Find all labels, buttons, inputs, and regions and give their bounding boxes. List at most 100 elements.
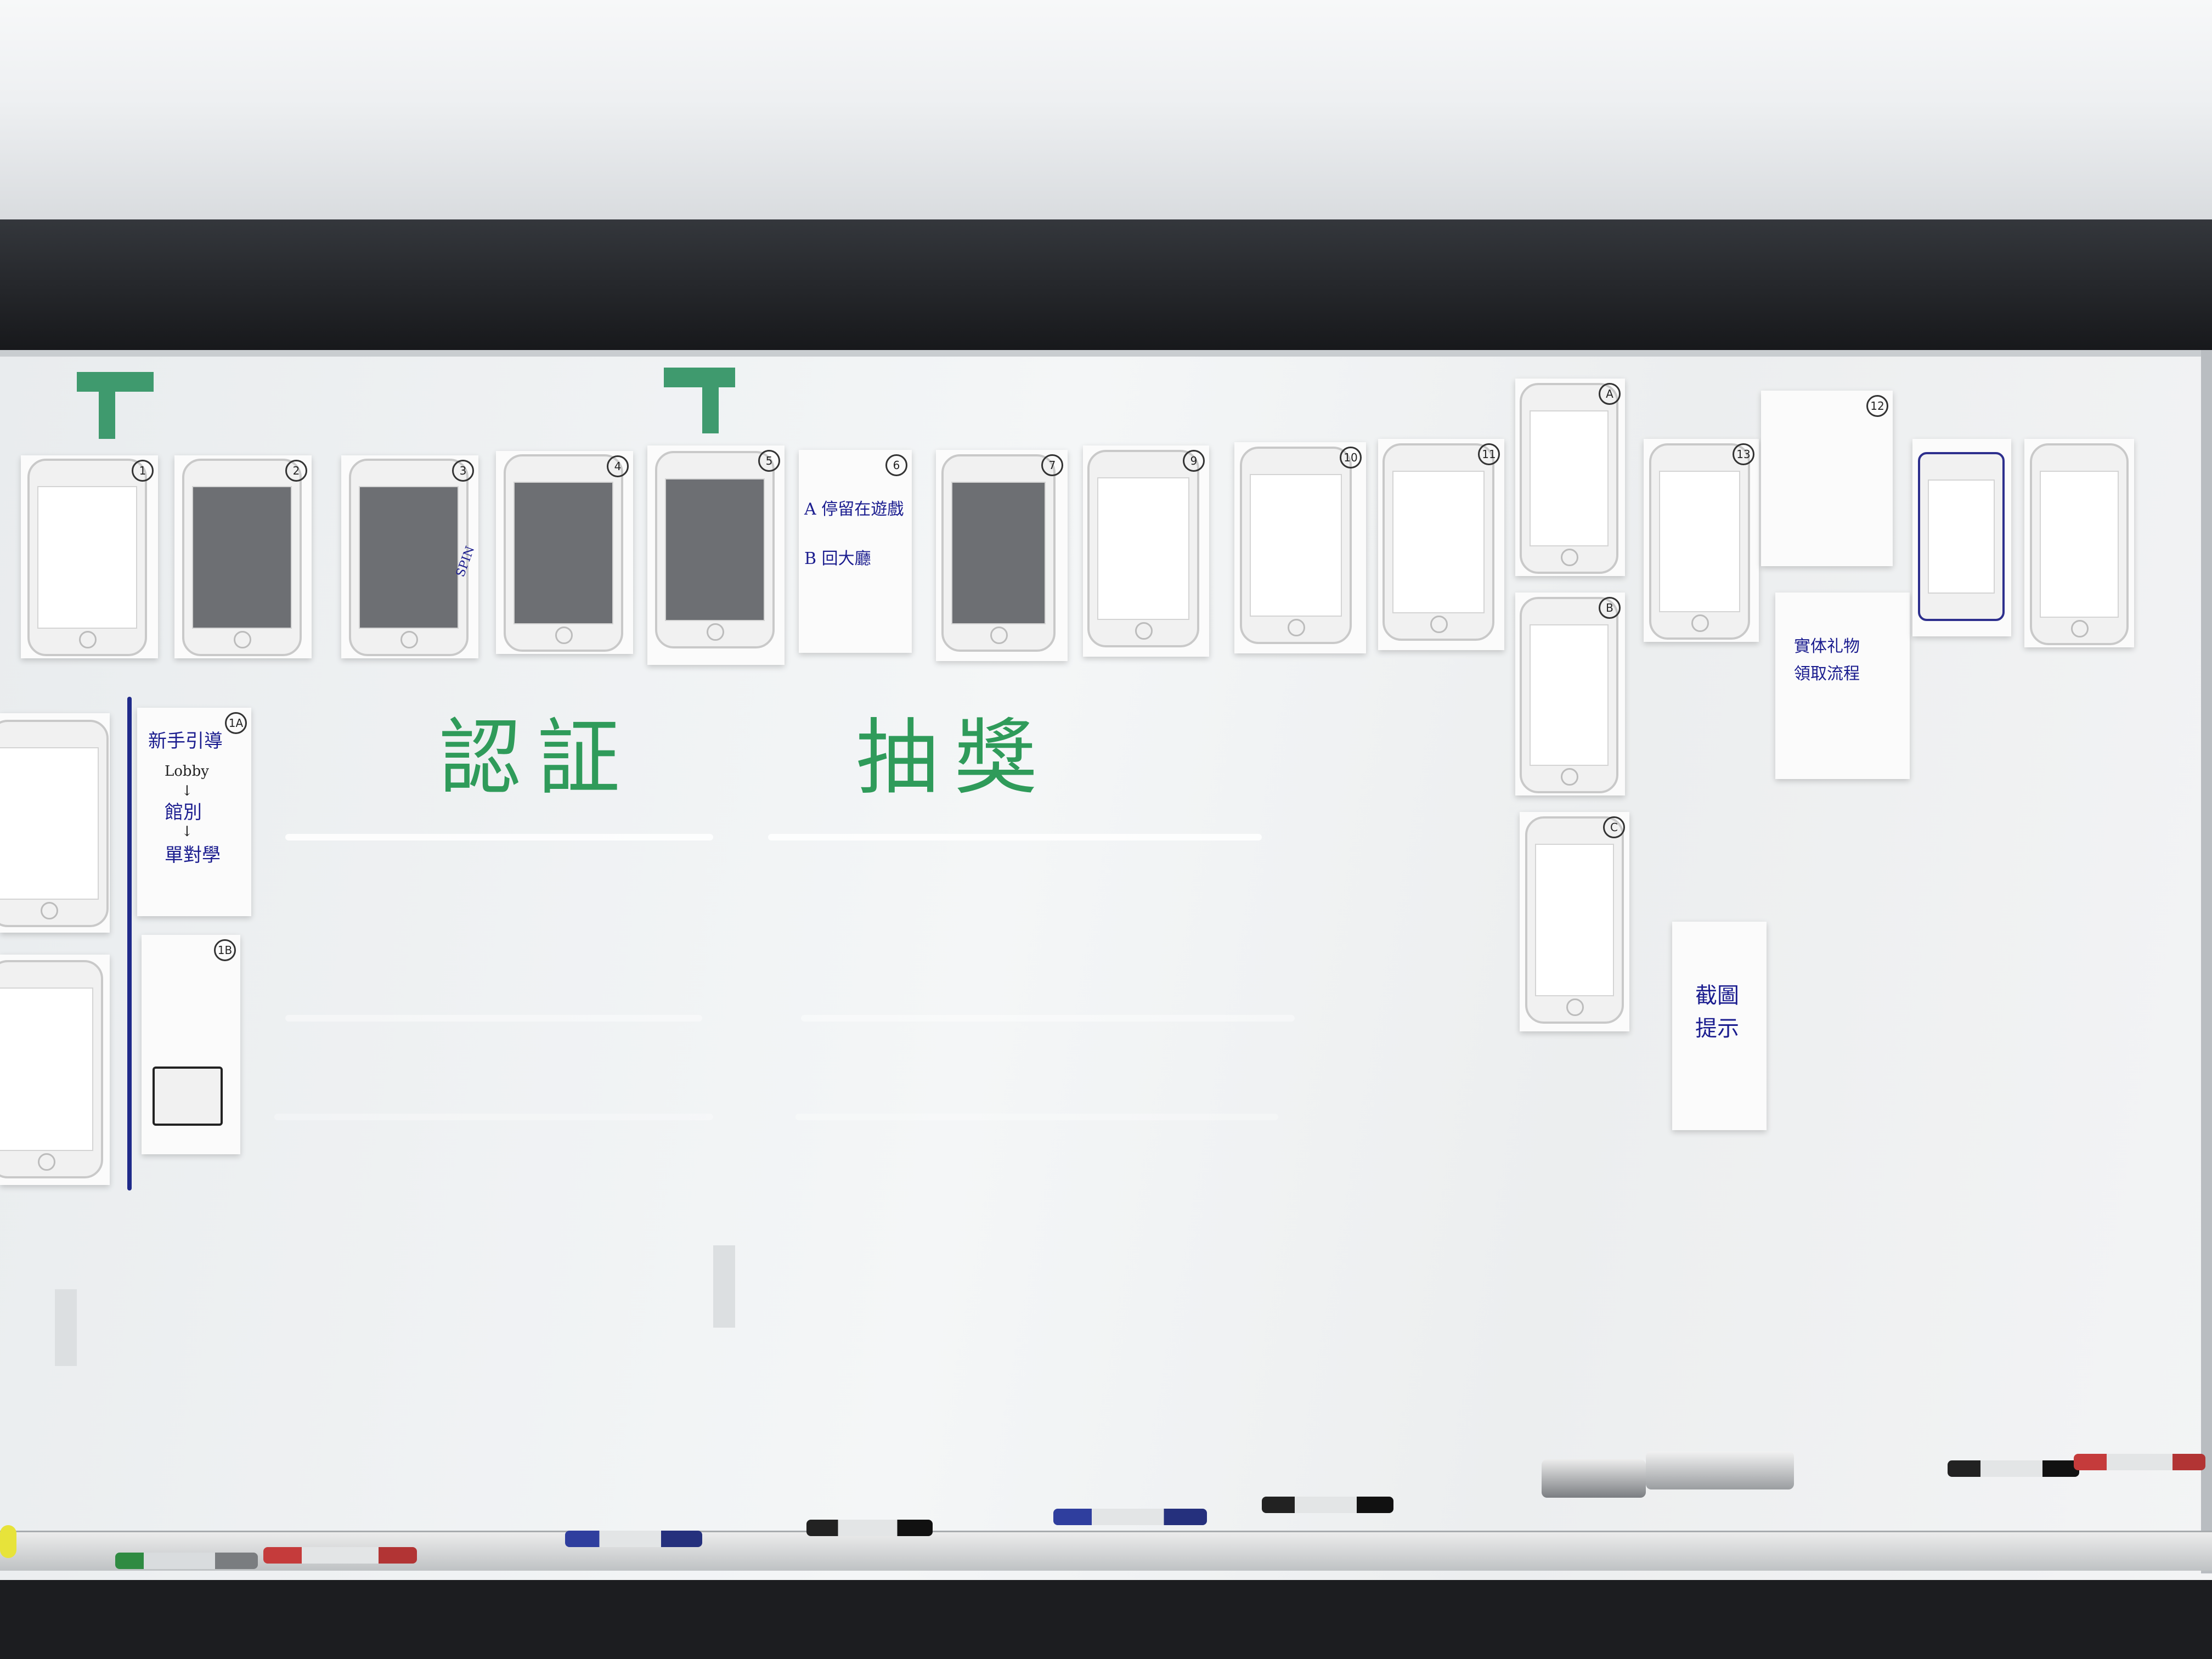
sheet-number: C	[1603, 816, 1625, 838]
phone-screen	[0, 988, 93, 1151]
sheet-number: 1B	[214, 939, 236, 961]
light-reflection	[768, 834, 1262, 840]
dark-wall	[0, 219, 2212, 351]
wireframe-sheet-11: 11	[1378, 439, 1504, 650]
wireframe-sheet-end	[2024, 439, 2134, 647]
phone-mockup	[27, 459, 147, 656]
note-line: ↓	[181, 783, 193, 799]
home-button-icon	[41, 902, 58, 919]
tape-residue	[55, 1289, 77, 1366]
note-line: 新手引導	[148, 730, 223, 752]
wireframe-sheet-7: 7	[936, 450, 1068, 661]
home-button-icon	[707, 623, 724, 641]
sheet-number: 11	[1478, 443, 1500, 465]
red-marker	[263, 1547, 417, 1564]
phone-mockup	[1520, 597, 1618, 793]
black-marker	[1262, 1497, 1393, 1513]
blue-divider-line	[127, 697, 132, 1190]
home-button-icon	[1430, 616, 1448, 633]
sheet-number: 2	[285, 460, 307, 482]
sheet-number: 9	[1183, 450, 1205, 472]
wireframe-sheet-3: 3	[341, 455, 478, 658]
section-label-lottery: 抽獎	[856, 710, 1054, 806]
blue-marker	[565, 1531, 702, 1547]
phone-screen	[1659, 471, 1740, 612]
phone-screen	[2040, 471, 2119, 618]
whiteboard-frame	[2201, 350, 2212, 1573]
wireframe-sheet-13: 13	[1644, 439, 1759, 642]
home-button-icon	[1561, 549, 1578, 566]
wireframe-sheet-9: 9	[1083, 445, 1209, 657]
note-sheet-1B: 1B	[142, 935, 240, 1154]
light-reflection	[274, 1114, 713, 1120]
phone-mockup	[655, 451, 775, 648]
home-button-icon	[2071, 620, 2089, 637]
sheet-number: 7	[1041, 454, 1063, 476]
ceiling	[0, 0, 2212, 219]
sheet-number: 1A	[225, 712, 247, 734]
phone-mockup	[182, 459, 302, 656]
sheet-number: 3	[452, 460, 474, 482]
wireframe-sheet-2: 2	[174, 455, 312, 658]
home-button-icon	[234, 631, 251, 648]
wireframe-sheet-10: 10	[1234, 442, 1366, 653]
home-button-icon	[555, 627, 573, 644]
eraser	[1646, 1451, 1794, 1489]
green-tape	[664, 368, 735, 387]
note-line: A 停留在遊戲	[804, 500, 904, 519]
phone-mockup	[0, 720, 109, 927]
wireframe-sheet-C: C	[1520, 812, 1629, 1031]
home-button-icon	[1566, 998, 1584, 1016]
phone-mockup	[504, 454, 623, 652]
phone-mockup	[1240, 447, 1352, 644]
black-marker	[1948, 1460, 2079, 1477]
phone-mockup	[1383, 443, 1494, 641]
wireframe-sheet-A: A	[1515, 379, 1625, 576]
green-marker	[115, 1553, 258, 1569]
note-line: B 回大廳	[804, 549, 871, 568]
note-line: 截圖	[1695, 983, 1739, 1008]
green-tape	[99, 384, 115, 439]
sheet-number: B	[1599, 597, 1621, 619]
note-line: 館別	[165, 802, 202, 823]
home-button-icon	[990, 627, 1008, 644]
phone-mockup	[0, 960, 103, 1178]
home-button-icon	[400, 631, 418, 648]
note-line: 領取流程	[1794, 664, 1860, 684]
home-button-icon	[1561, 768, 1578, 786]
blue-marker	[1053, 1509, 1207, 1525]
note-sheet-12: 12	[1761, 391, 1893, 566]
phone-screen	[1097, 477, 1189, 620]
phone-screen	[1530, 410, 1609, 546]
sheet-number: 6	[885, 454, 907, 476]
red-marker	[2074, 1454, 2205, 1470]
phone-screen	[0, 747, 99, 900]
phone-screen	[1530, 624, 1609, 766]
phone-screen	[951, 482, 1046, 624]
phone-screen	[1392, 471, 1485, 613]
dialog-sketch	[153, 1066, 223, 1126]
tape-residue	[713, 1245, 735, 1328]
note-sheet-1A: 1A 新手引導 Lobby ↓ 館別 ↓ 單對學	[137, 708, 251, 916]
phone-mockup	[941, 454, 1056, 652]
phone-screen	[665, 478, 765, 621]
phone-screen	[192, 486, 292, 629]
light-reflection	[801, 1015, 1295, 1022]
light-reflection	[285, 834, 713, 840]
light-reflection	[285, 1015, 702, 1022]
sheet-number: 12	[1866, 395, 1888, 417]
wireframe-sheet-B: B	[1515, 592, 1625, 795]
wireframe-sheet-4: 4	[496, 451, 633, 654]
phone-screen	[1535, 844, 1614, 996]
home-button-icon	[1288, 619, 1305, 636]
phone-screen	[37, 486, 137, 629]
eraser	[1542, 1459, 1646, 1498]
home-button-icon	[79, 631, 97, 648]
wireframe-sheet-left-1	[0, 713, 110, 933]
wireframe-sheet-1: 1	[21, 455, 158, 658]
note-line: Lobby	[165, 763, 209, 780]
phone-screen	[514, 482, 613, 624]
note-sheet-6: 6 A 停留在遊戲 B 回大廳	[799, 450, 912, 653]
wireframe-sheet-left-2	[0, 955, 110, 1185]
phone-mockup	[1918, 452, 2005, 621]
